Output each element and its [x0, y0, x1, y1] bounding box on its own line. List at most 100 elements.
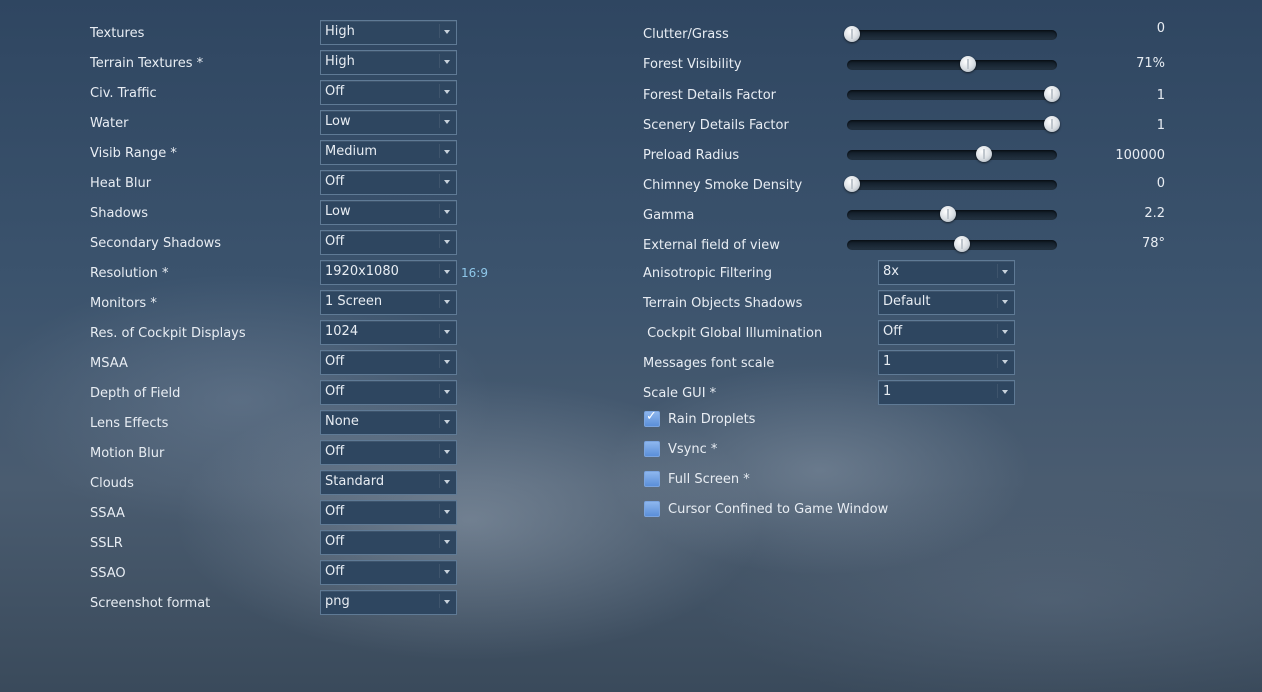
- external-field-of-view-slider[interactable]: [847, 236, 1057, 252]
- scenery-details-factor-slider[interactable]: [847, 116, 1060, 132]
- rain-droplets-checkbox[interactable]: ✓: [644, 409, 660, 427]
- secondary-shadows-label: Secondary Shadows: [90, 236, 222, 251]
- dropdown-separator: [997, 354, 998, 368]
- preload-radius-slider[interactable]: [847, 146, 1057, 162]
- checkmark-icon: ✓: [646, 409, 657, 424]
- clutter-grass-slider[interactable]: [844, 26, 1057, 42]
- chevron-down-icon: [444, 450, 450, 454]
- clouds-dropdown[interactable]: Standard: [320, 470, 457, 495]
- clutter-grass-label: Clutter/Grass: [643, 27, 729, 42]
- dropdown-separator: [439, 474, 440, 488]
- slider-handle[interactable]: [940, 206, 956, 222]
- msaa-label: MSAA: [90, 356, 128, 371]
- slider-handle[interactable]: [1044, 86, 1060, 102]
- terrain-textures-dropdown[interactable]: High: [320, 50, 457, 75]
- dropdown-value: Off: [325, 504, 345, 519]
- slider-handle[interactable]: [976, 146, 992, 162]
- lens-effects-label: Lens Effects: [90, 416, 169, 431]
- depth-of-field-dropdown[interactable]: Off: [320, 380, 457, 405]
- chevron-down-icon: [444, 360, 450, 364]
- slider-handle[interactable]: [954, 236, 970, 252]
- aspect-ratio-label: 16:9: [461, 266, 488, 280]
- dropdown-value: Off: [325, 564, 345, 579]
- dropdown-separator: [439, 354, 440, 368]
- cockpit-global-illumination-dropdown[interactable]: Off: [878, 320, 1015, 345]
- visib-range-dropdown[interactable]: Medium: [320, 140, 457, 165]
- chevron-down-icon: [444, 240, 450, 244]
- chevron-down-icon: [444, 150, 450, 154]
- chevron-down-icon: [444, 30, 450, 34]
- dropdown-separator: [439, 294, 440, 308]
- full-screen-label[interactable]: Full Screen *: [668, 472, 750, 487]
- full-screen-checkbox[interactable]: ✓: [644, 471, 660, 487]
- gamma-slider[interactable]: [847, 206, 1057, 222]
- screenshot-format-dropdown[interactable]: png: [320, 590, 457, 615]
- slider-handle[interactable]: [1044, 116, 1060, 132]
- chevron-down-icon: [444, 210, 450, 214]
- water-dropdown[interactable]: Low: [320, 110, 457, 135]
- chevron-down-icon: [444, 120, 450, 124]
- depth-of-field-label: Depth of Field: [90, 386, 181, 401]
- ssaa-dropdown[interactable]: Off: [320, 500, 457, 525]
- chevron-down-icon: [1002, 300, 1008, 304]
- external-field-of-view-label: External field of view: [643, 238, 780, 253]
- civ-traffic-label: Civ. Traffic: [90, 86, 157, 101]
- clutter-grass-value: 0: [1156, 21, 1165, 36]
- dropdown-value: Standard: [325, 474, 385, 489]
- res-of-cockpit-displays-dropdown[interactable]: 1024: [320, 320, 457, 345]
- messages-font-scale-dropdown[interactable]: 1: [878, 350, 1015, 375]
- msaa-dropdown[interactable]: Off: [320, 350, 457, 375]
- monitors-dropdown[interactable]: 1 Screen: [320, 290, 457, 315]
- cursor-confined-to-game-window-label[interactable]: Cursor Confined to Game Window: [668, 502, 888, 517]
- dropdown-value: png: [325, 594, 350, 609]
- sslr-dropdown[interactable]: Off: [320, 530, 457, 555]
- sslr-label: SSLR: [90, 536, 123, 551]
- dropdown-value: 1 Screen: [325, 294, 383, 309]
- messages-font-scale-label: Messages font scale: [643, 356, 775, 371]
- forest-visibility-slider[interactable]: [847, 56, 1057, 72]
- forest-details-factor-value: 1: [1156, 88, 1165, 103]
- terrain-objects-shadows-dropdown[interactable]: Default: [878, 290, 1015, 315]
- scale-gui-dropdown[interactable]: 1: [878, 380, 1015, 405]
- resolution-label: Resolution *: [90, 266, 169, 281]
- cursor-confined-to-game-window-checkbox[interactable]: ✓: [644, 501, 660, 517]
- chimney-smoke-density-slider[interactable]: [844, 176, 1057, 192]
- dropdown-value: Off: [883, 324, 903, 339]
- dropdown-value: None: [325, 414, 359, 429]
- dropdown-value: Off: [325, 384, 345, 399]
- secondary-shadows-dropdown[interactable]: Off: [320, 230, 457, 255]
- dropdown-separator: [997, 294, 998, 308]
- slider-handle[interactable]: [844, 176, 860, 192]
- scenery-details-factor-value: 1: [1156, 118, 1165, 133]
- heat-blur-dropdown[interactable]: Off: [320, 170, 457, 195]
- external-field-of-view-value: 78°: [1141, 236, 1165, 251]
- lens-effects-dropdown[interactable]: None: [320, 410, 457, 435]
- dropdown-separator: [439, 114, 440, 128]
- anisotropic-filtering-dropdown[interactable]: 8x: [878, 260, 1015, 285]
- civ-traffic-dropdown[interactable]: Off: [320, 80, 457, 105]
- slider-handle[interactable]: [960, 56, 976, 72]
- dropdown-value: Off: [325, 444, 345, 459]
- dropdown-separator: [997, 384, 998, 398]
- dropdown-value: 1: [883, 354, 892, 369]
- dropdown-separator: [439, 384, 440, 398]
- textures-dropdown[interactable]: High: [320, 20, 457, 45]
- dropdown-value: High: [325, 54, 355, 69]
- rain-droplets-label[interactable]: Rain Droplets: [668, 412, 755, 427]
- dropdown-separator: [439, 594, 440, 608]
- motion-blur-dropdown[interactable]: Off: [320, 440, 457, 465]
- shadows-dropdown[interactable]: Low: [320, 200, 457, 225]
- resolution-dropdown[interactable]: 1920x1080: [320, 260, 457, 285]
- slider-handle[interactable]: [844, 26, 860, 42]
- anisotropic-filtering-label: Anisotropic Filtering: [643, 266, 773, 281]
- vsync-checkbox[interactable]: ✓: [644, 441, 660, 457]
- vsync-label[interactable]: Vsync *: [668, 442, 717, 457]
- ssao-dropdown[interactable]: Off: [320, 560, 457, 585]
- dropdown-value: Medium: [325, 144, 377, 159]
- forest-details-factor-slider[interactable]: [847, 86, 1060, 102]
- dropdown-value: Off: [325, 234, 345, 249]
- preload-radius-value: 100000: [1115, 148, 1165, 163]
- dropdown-separator: [439, 414, 440, 428]
- chevron-down-icon: [444, 420, 450, 424]
- scenery-details-factor-label: Scenery Details Factor: [643, 118, 789, 133]
